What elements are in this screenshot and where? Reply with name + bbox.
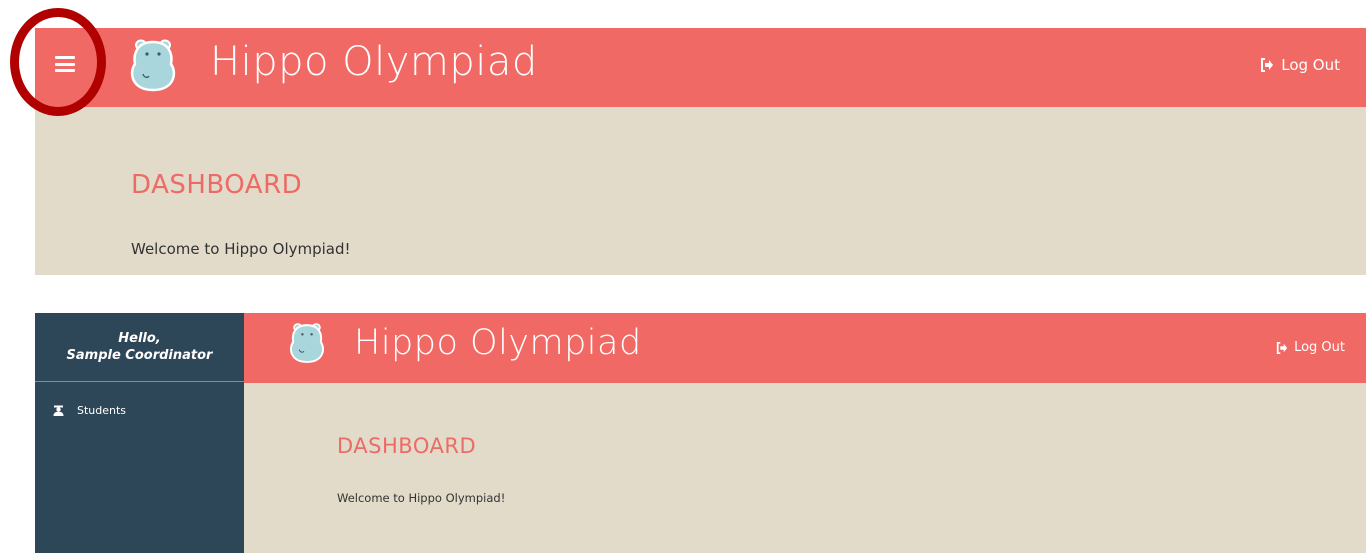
highlight-circle — [10, 8, 106, 116]
dashboard-expanded-view: Hello, Sample Coordinator Students Hippo… — [35, 313, 1366, 553]
app-title: Hippo Olympiad — [210, 39, 538, 85]
dashboard-collapsed-view: Hippo Olympiad Log Out DASHBOARD Welcome… — [35, 28, 1366, 275]
greeting-line1: Hello, — [118, 331, 161, 346]
sidebar-item-label: Students — [77, 404, 127, 417]
welcome-text: Welcome to Hippo Olympiad! — [337, 491, 506, 505]
app-title: Hippo Olympiad — [354, 323, 642, 363]
logout-button[interactable]: Log Out — [1260, 56, 1340, 74]
page-title: DASHBOARD — [131, 170, 303, 200]
sign-out-icon — [1261, 58, 1274, 72]
top-header-bar: Hippo Olympiad Log Out — [244, 313, 1366, 383]
logout-button[interactable]: Log Out — [1276, 340, 1345, 355]
hippo-logo-icon — [130, 39, 176, 92]
logout-label: Log Out — [1281, 56, 1340, 74]
welcome-text: Welcome to Hippo Olympiad! — [131, 240, 351, 258]
hippo-logo-icon — [290, 323, 324, 363]
top-header-bar: Hippo Olympiad Log Out — [35, 28, 1366, 107]
page-title: DASHBOARD — [337, 434, 477, 458]
user-graduate-icon — [53, 405, 64, 416]
sign-out-icon — [1276, 341, 1288, 354]
sidebar-greeting: Hello, Sample Coordinator — [35, 313, 244, 382]
sidebar-item-students[interactable]: Students — [53, 404, 126, 417]
sidebar: Hello, Sample Coordinator Students — [35, 313, 244, 553]
greeting-line2: Sample Coordinator — [66, 348, 213, 363]
logout-label: Log Out — [1294, 340, 1345, 355]
